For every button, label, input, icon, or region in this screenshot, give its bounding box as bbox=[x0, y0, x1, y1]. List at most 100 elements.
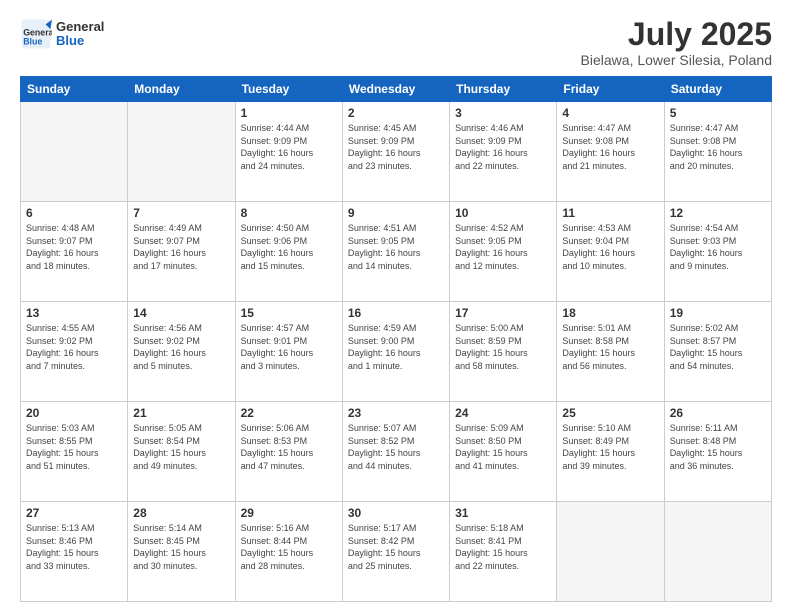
day-number: 28 bbox=[133, 506, 229, 520]
page: General Blue General Blue July 2025 Biel… bbox=[0, 0, 792, 612]
day-info: Sunrise: 5:13 AM Sunset: 8:46 PM Dayligh… bbox=[26, 522, 122, 572]
svg-text:Blue: Blue bbox=[23, 36, 42, 46]
calendar-cell: 8 Sunrise: 4:50 AM Sunset: 9:06 PM Daylig… bbox=[235, 202, 342, 302]
calendar-cell: 1 Sunrise: 4:44 AM Sunset: 9:09 PM Daylig… bbox=[235, 102, 342, 202]
day-info: Sunrise: 4:56 AM Sunset: 9:02 PM Dayligh… bbox=[133, 322, 229, 372]
day-info: Sunrise: 4:45 AM Sunset: 9:09 PM Dayligh… bbox=[348, 122, 444, 172]
day-number: 27 bbox=[26, 506, 122, 520]
day-info: Sunrise: 5:03 AM Sunset: 8:55 PM Dayligh… bbox=[26, 422, 122, 472]
day-info: Sunrise: 5:09 AM Sunset: 8:50 PM Dayligh… bbox=[455, 422, 551, 472]
calendar-cell: 15 Sunrise: 4:57 AM Sunset: 9:01 PM Dayli… bbox=[235, 302, 342, 402]
day-info: Sunrise: 4:49 AM Sunset: 9:07 PM Dayligh… bbox=[133, 222, 229, 272]
calendar-header-row: Sunday Monday Tuesday Wednesday Thursday… bbox=[21, 77, 772, 102]
day-info: Sunrise: 4:52 AM Sunset: 9:05 PM Dayligh… bbox=[455, 222, 551, 272]
day-info: Sunrise: 5:17 AM Sunset: 8:42 PM Dayligh… bbox=[348, 522, 444, 572]
col-saturday: Saturday bbox=[664, 77, 771, 102]
calendar-week-3: 13 Sunrise: 4:55 AM Sunset: 9:02 PM Dayli… bbox=[21, 302, 772, 402]
calendar-cell bbox=[128, 102, 235, 202]
day-info: Sunrise: 5:01 AM Sunset: 8:58 PM Dayligh… bbox=[562, 322, 658, 372]
day-info: Sunrise: 4:51 AM Sunset: 9:05 PM Dayligh… bbox=[348, 222, 444, 272]
logo-icon: General Blue bbox=[20, 18, 52, 50]
day-number: 29 bbox=[241, 506, 337, 520]
day-info: Sunrise: 4:57 AM Sunset: 9:01 PM Dayligh… bbox=[241, 322, 337, 372]
title-block: July 2025 Bielawa, Lower Silesia, Poland bbox=[581, 18, 772, 68]
day-info: Sunrise: 4:53 AM Sunset: 9:04 PM Dayligh… bbox=[562, 222, 658, 272]
col-monday: Monday bbox=[128, 77, 235, 102]
calendar-week-1: 1 Sunrise: 4:44 AM Sunset: 9:09 PM Daylig… bbox=[21, 102, 772, 202]
day-info: Sunrise: 5:05 AM Sunset: 8:54 PM Dayligh… bbox=[133, 422, 229, 472]
day-info: Sunrise: 5:18 AM Sunset: 8:41 PM Dayligh… bbox=[455, 522, 551, 572]
col-tuesday: Tuesday bbox=[235, 77, 342, 102]
calendar-cell: 21 Sunrise: 5:05 AM Sunset: 8:54 PM Dayli… bbox=[128, 402, 235, 502]
calendar-cell bbox=[664, 502, 771, 602]
day-info: Sunrise: 4:44 AM Sunset: 9:09 PM Dayligh… bbox=[241, 122, 337, 172]
logo-line1: General bbox=[56, 20, 104, 34]
calendar-cell: 7 Sunrise: 4:49 AM Sunset: 9:07 PM Daylig… bbox=[128, 202, 235, 302]
day-number: 4 bbox=[562, 106, 658, 120]
day-info: Sunrise: 4:47 AM Sunset: 9:08 PM Dayligh… bbox=[670, 122, 766, 172]
day-number: 17 bbox=[455, 306, 551, 320]
day-number: 11 bbox=[562, 206, 658, 220]
col-sunday: Sunday bbox=[21, 77, 128, 102]
calendar-cell: 16Sunrise: 4:59 AM Sunset: 9:00 PM Dayli… bbox=[342, 302, 449, 402]
calendar-cell: 2Sunrise: 4:45 AM Sunset: 9:09 PM Daylig… bbox=[342, 102, 449, 202]
calendar-cell: 4 Sunrise: 4:47 AM Sunset: 9:08 PM Daylig… bbox=[557, 102, 664, 202]
calendar-cell: 26 Sunrise: 5:11 AM Sunset: 8:48 PM Dayli… bbox=[664, 402, 771, 502]
calendar-cell: 29 Sunrise: 5:16 AM Sunset: 8:44 PM Dayli… bbox=[235, 502, 342, 602]
day-number: 3 bbox=[455, 106, 551, 120]
calendar-cell: 10Sunrise: 4:52 AM Sunset: 9:05 PM Dayli… bbox=[450, 202, 557, 302]
day-number: 8 bbox=[241, 206, 337, 220]
calendar-cell: 9 Sunrise: 4:51 AM Sunset: 9:05 PM Daylig… bbox=[342, 202, 449, 302]
calendar-cell: 28 Sunrise: 5:14 AM Sunset: 8:45 PM Dayli… bbox=[128, 502, 235, 602]
day-number: 30 bbox=[348, 506, 444, 520]
day-info: Sunrise: 4:48 AM Sunset: 9:07 PM Dayligh… bbox=[26, 222, 122, 272]
day-number: 14 bbox=[133, 306, 229, 320]
day-info: Sunrise: 4:46 AM Sunset: 9:09 PM Dayligh… bbox=[455, 122, 551, 172]
day-number: 26 bbox=[670, 406, 766, 420]
calendar-cell: 13 Sunrise: 4:55 AM Sunset: 9:02 PM Dayli… bbox=[21, 302, 128, 402]
day-info: Sunrise: 5:14 AM Sunset: 8:45 PM Dayligh… bbox=[133, 522, 229, 572]
day-number: 23 bbox=[348, 406, 444, 420]
calendar-week-2: 6 Sunrise: 4:48 AM Sunset: 9:07 PM Daylig… bbox=[21, 202, 772, 302]
day-info: Sunrise: 5:02 AM Sunset: 8:57 PM Dayligh… bbox=[670, 322, 766, 372]
day-info: Sunrise: 5:06 AM Sunset: 8:53 PM Dayligh… bbox=[241, 422, 337, 472]
day-number: 12 bbox=[670, 206, 766, 220]
day-number: 21 bbox=[133, 406, 229, 420]
day-info: Sunrise: 4:50 AM Sunset: 9:06 PM Dayligh… bbox=[241, 222, 337, 272]
day-info: Sunrise: 5:07 AM Sunset: 8:52 PM Dayligh… bbox=[348, 422, 444, 472]
calendar-cell: 14 Sunrise: 4:56 AM Sunset: 9:02 PM Dayli… bbox=[128, 302, 235, 402]
calendar-table: Sunday Monday Tuesday Wednesday Thursday… bbox=[20, 76, 772, 602]
day-number: 31 bbox=[455, 506, 551, 520]
day-number: 20 bbox=[26, 406, 122, 420]
logo: General Blue General Blue bbox=[20, 18, 104, 50]
day-number: 15 bbox=[241, 306, 337, 320]
day-number: 22 bbox=[241, 406, 337, 420]
calendar-cell: 18 Sunrise: 5:01 AM Sunset: 8:58 PM Dayli… bbox=[557, 302, 664, 402]
calendar-cell: 31 Sunrise: 5:18 AM Sunset: 8:41 PM Dayli… bbox=[450, 502, 557, 602]
calendar-cell: 5 Sunrise: 4:47 AM Sunset: 9:08 PM Daylig… bbox=[664, 102, 771, 202]
col-thursday: Thursday bbox=[450, 77, 557, 102]
day-number: 13 bbox=[26, 306, 122, 320]
calendar-cell: 17Sunrise: 5:00 AM Sunset: 8:59 PM Dayli… bbox=[450, 302, 557, 402]
day-number: 5 bbox=[670, 106, 766, 120]
calendar-cell bbox=[557, 502, 664, 602]
logo-line2: Blue bbox=[56, 34, 104, 48]
calendar-cell: 22 Sunrise: 5:06 AM Sunset: 8:53 PM Dayli… bbox=[235, 402, 342, 502]
calendar-cell: 12Sunrise: 4:54 AM Sunset: 9:03 PM Dayli… bbox=[664, 202, 771, 302]
day-number: 1 bbox=[241, 106, 337, 120]
calendar-cell: 24Sunrise: 5:09 AM Sunset: 8:50 PM Dayli… bbox=[450, 402, 557, 502]
day-number: 6 bbox=[26, 206, 122, 220]
day-number: 7 bbox=[133, 206, 229, 220]
day-info: Sunrise: 4:55 AM Sunset: 9:02 PM Dayligh… bbox=[26, 322, 122, 372]
day-number: 9 bbox=[348, 206, 444, 220]
calendar-cell: 27 Sunrise: 5:13 AM Sunset: 8:46 PM Dayli… bbox=[21, 502, 128, 602]
calendar-cell bbox=[21, 102, 128, 202]
day-info: Sunrise: 5:11 AM Sunset: 8:48 PM Dayligh… bbox=[670, 422, 766, 472]
calendar-cell: 3 Sunrise: 4:46 AM Sunset: 9:09 PM Daylig… bbox=[450, 102, 557, 202]
day-number: 19 bbox=[670, 306, 766, 320]
calendar-cell: 19 Sunrise: 5:02 AM Sunset: 8:57 PM Dayli… bbox=[664, 302, 771, 402]
day-info: Sunrise: 5:16 AM Sunset: 8:44 PM Dayligh… bbox=[241, 522, 337, 572]
day-info: Sunrise: 4:47 AM Sunset: 9:08 PM Dayligh… bbox=[562, 122, 658, 172]
subtitle: Bielawa, Lower Silesia, Poland bbox=[581, 52, 772, 68]
day-number: 18 bbox=[562, 306, 658, 320]
